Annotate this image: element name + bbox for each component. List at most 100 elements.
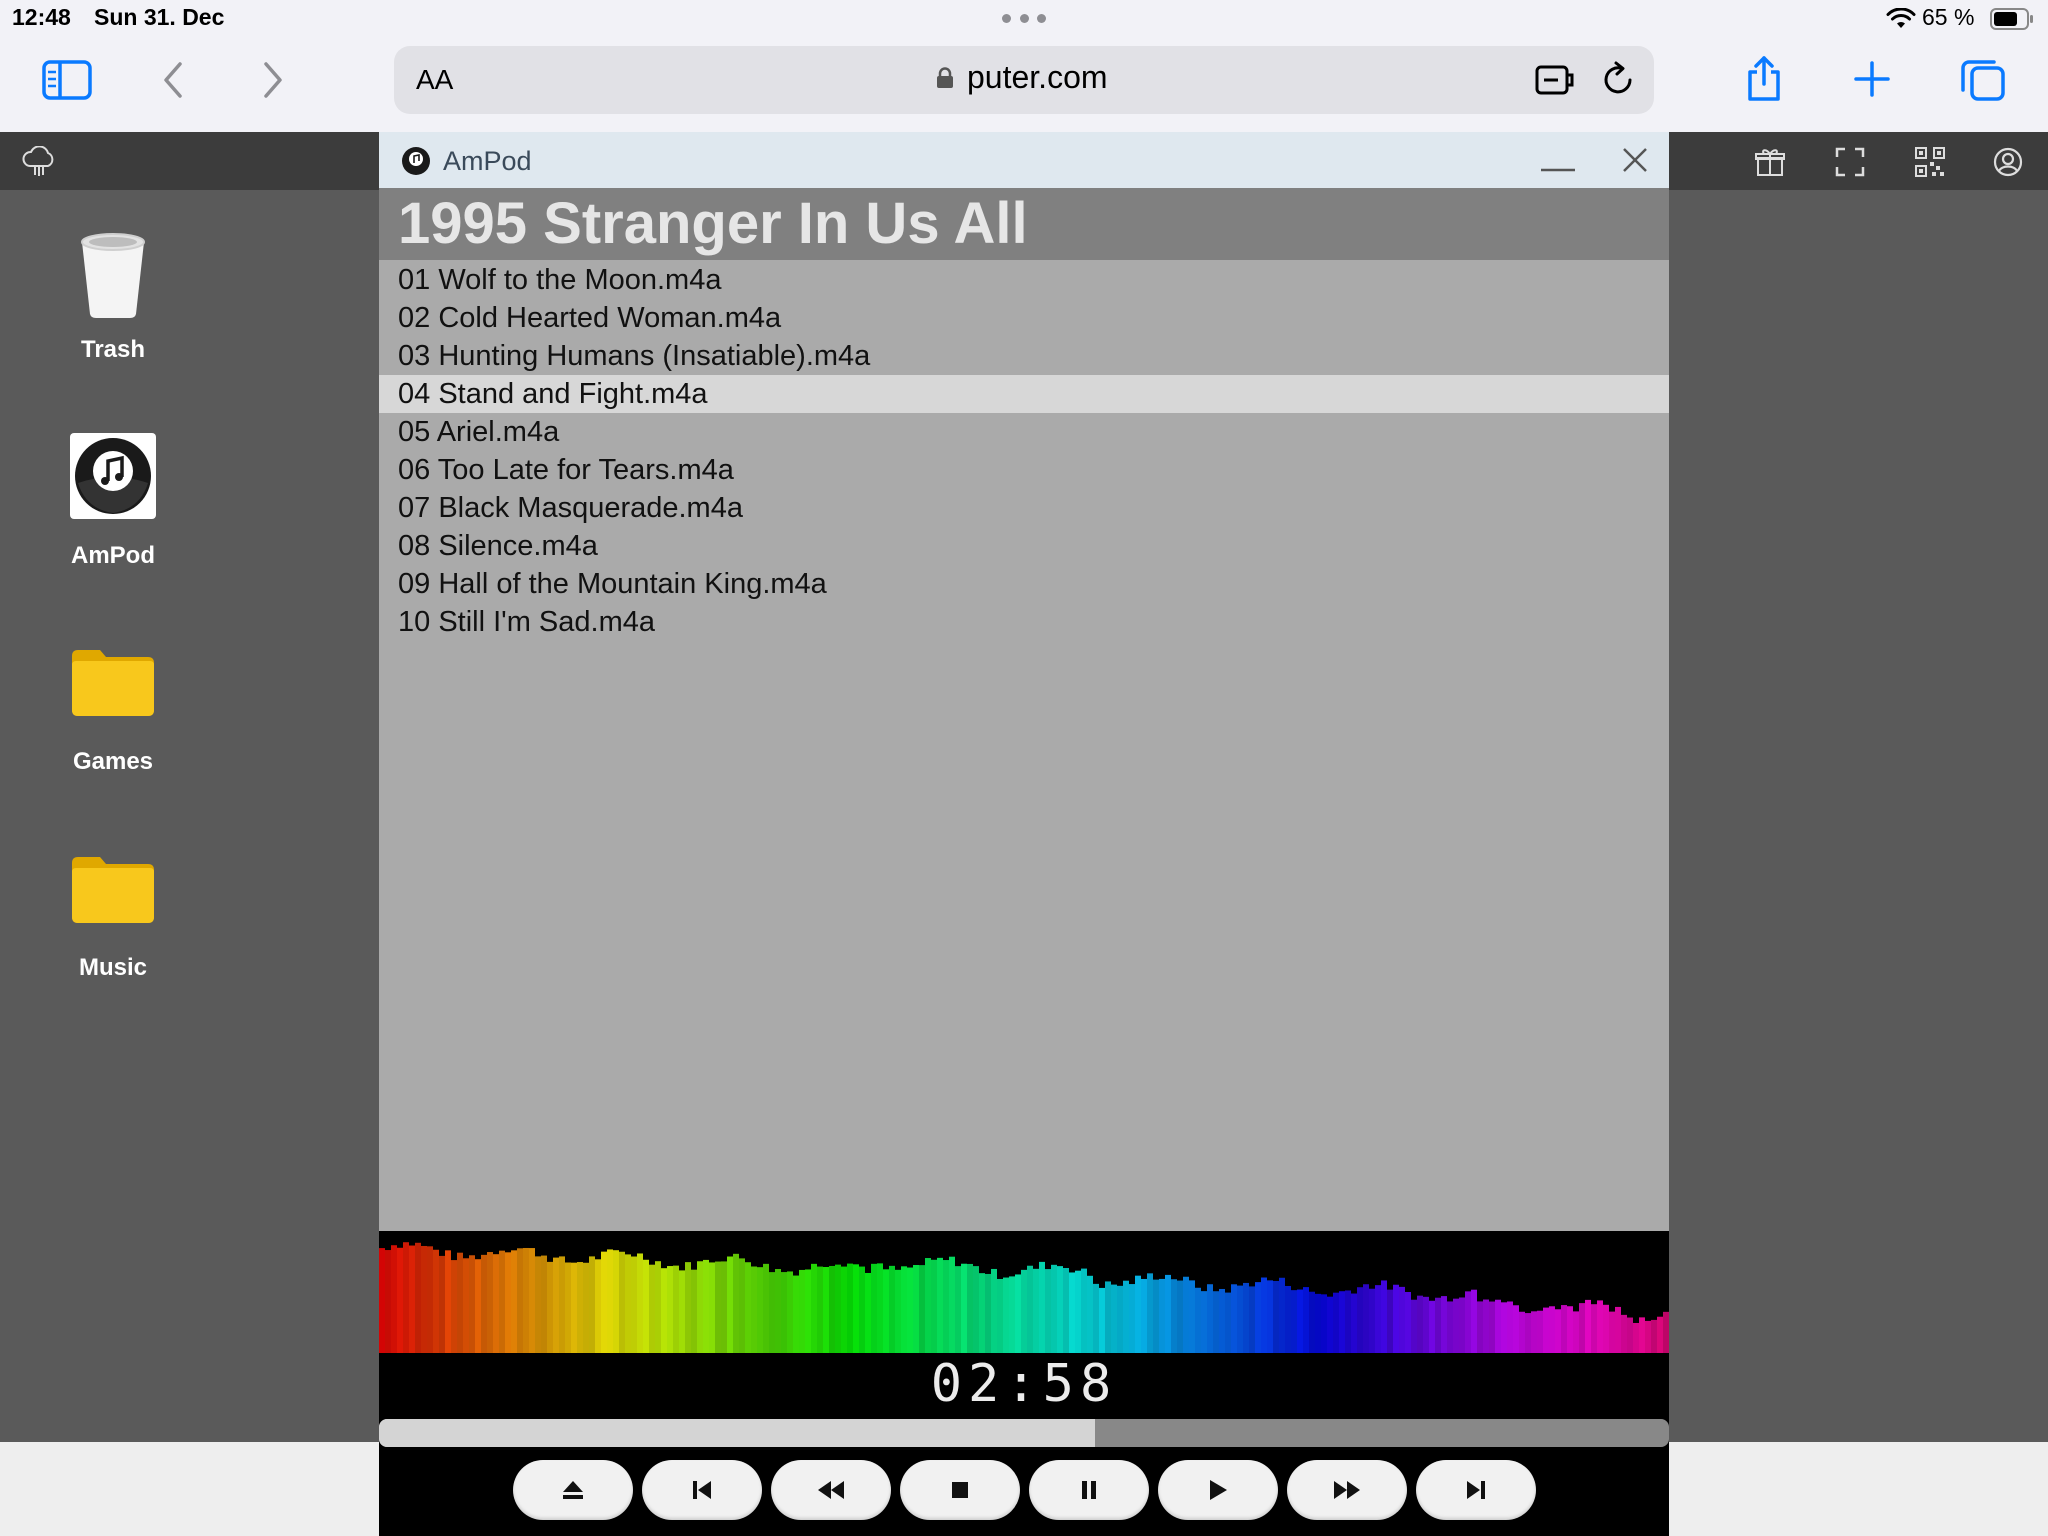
spectrum-bar	[613, 1250, 619, 1353]
spectrum-bar	[433, 1249, 439, 1353]
reload-icon[interactable]	[1600, 60, 1636, 98]
track-item[interactable]: 08 Silence.m4a	[379, 527, 1669, 565]
spectrum-bar	[487, 1252, 493, 1353]
fast-forward-icon	[1334, 1481, 1360, 1499]
spectrum-bar	[421, 1245, 427, 1353]
desktop-item-ampod[interactable]	[70, 433, 156, 519]
progress-area	[379, 1416, 1669, 1452]
spectrum-bar	[1021, 1269, 1027, 1353]
spectrum-bar	[937, 1257, 943, 1353]
new-tab-icon[interactable]	[1853, 60, 1891, 98]
spectrum-bar	[1531, 1311, 1537, 1353]
extension-icon[interactable]	[1534, 62, 1576, 98]
previous-track-icon	[693, 1481, 711, 1499]
spectrum-bar	[973, 1266, 979, 1353]
multitasking-dots-icon[interactable]	[1002, 14, 1046, 24]
share-icon[interactable]	[1744, 54, 1784, 102]
account-icon[interactable]	[1992, 146, 2024, 178]
sidebar-toggle-icon[interactable]	[42, 60, 92, 100]
track-item[interactable]: 07 Black Masquerade.m4a	[379, 489, 1669, 527]
spectrum-bar	[1465, 1291, 1471, 1353]
spectrum-bar	[1657, 1316, 1663, 1353]
next-track-button[interactable]	[1416, 1460, 1536, 1520]
play-icon	[1210, 1480, 1227, 1500]
desktop-item-trash[interactable]	[70, 228, 156, 320]
spectrum-bar	[1435, 1297, 1441, 1353]
spectrum-bar	[451, 1260, 457, 1353]
tabs-overview-icon[interactable]	[1960, 56, 2006, 102]
window-titlebar[interactable]: AmPod	[379, 132, 1669, 189]
lock-icon	[937, 67, 953, 88]
puter-logo-icon[interactable]	[22, 146, 56, 178]
spectrum-bar	[979, 1273, 985, 1353]
spectrum-bar	[481, 1254, 487, 1353]
spectrum-bar	[1495, 1299, 1501, 1353]
spectrum-bar	[1075, 1270, 1081, 1353]
desktop-item-music[interactable]	[70, 855, 156, 925]
stop-button[interactable]	[900, 1460, 1020, 1520]
spectrum-bar	[625, 1254, 631, 1353]
desktop-label-music: Music	[78, 954, 147, 981]
track-item[interactable]: 06 Too Late for Tears.m4a	[379, 451, 1669, 489]
spectrum-bar	[1549, 1306, 1555, 1353]
next-track-icon	[1467, 1481, 1485, 1499]
spectrum-bar	[1345, 1290, 1351, 1353]
spectrum-bar	[439, 1255, 445, 1353]
qr-code-icon[interactable]	[1914, 146, 1946, 178]
spectrum-bar	[835, 1264, 841, 1353]
track-item[interactable]: 01 Wolf to the Moon.m4a	[379, 261, 1669, 299]
spectrum-bar	[1525, 1313, 1531, 1353]
spectrum-bar	[529, 1248, 535, 1353]
play-button[interactable]	[1158, 1460, 1278, 1520]
track-item[interactable]: 05 Ariel.m4a	[379, 413, 1669, 451]
spectrum-bar	[1519, 1311, 1525, 1353]
spectrum-bar	[1441, 1296, 1447, 1353]
spectrum-bar	[415, 1242, 421, 1353]
spectrum-bar	[697, 1261, 703, 1353]
spectrum-bar	[1507, 1301, 1513, 1353]
spectrum-bar	[1483, 1299, 1489, 1353]
battery-percentage: 65 %	[1922, 4, 1975, 30]
desktop-item-games[interactable]	[70, 648, 156, 718]
spectrum-bar	[1501, 1302, 1507, 1353]
spectrum-bar	[1243, 1282, 1249, 1353]
spectrum-bar	[871, 1263, 877, 1353]
url-text[interactable]: puter.com	[967, 59, 1108, 96]
text-size-button[interactable]: AA	[416, 64, 453, 96]
elapsed-time: 02:58	[930, 1354, 1118, 1414]
spectrum-bar	[1411, 1299, 1417, 1353]
spectrum-bar	[1369, 1288, 1375, 1353]
track-item-selected[interactable]: 04 Stand and Fight.m4a	[379, 375, 1669, 413]
ampod-window: AmPod 1995 Stranger In Us All 01 Wolf to…	[379, 132, 1669, 1536]
gift-icon[interactable]	[1754, 146, 1786, 178]
previous-track-button[interactable]	[642, 1460, 762, 1520]
fullscreen-icon[interactable]	[1834, 146, 1866, 178]
spectrum-bar	[1069, 1272, 1075, 1353]
forward-icon[interactable]	[260, 60, 286, 100]
track-item[interactable]: 09 Hall of the Mountain King.m4a	[379, 565, 1669, 603]
spectrum-bar	[1297, 1289, 1303, 1353]
rewind-button[interactable]	[771, 1460, 891, 1520]
minimize-icon[interactable]	[1539, 154, 1577, 174]
spectrum-bar	[517, 1248, 523, 1353]
back-icon[interactable]	[160, 60, 186, 100]
spectrum-bar	[1309, 1291, 1315, 1353]
track-item[interactable]: 03 Hunting Humans (Insatiable).m4a	[379, 337, 1669, 375]
spectrum-bar	[721, 1261, 727, 1353]
spectrum-bar	[889, 1265, 895, 1353]
spectrum-bar	[811, 1263, 817, 1353]
album-header: 1995 Stranger In Us All	[379, 188, 1669, 260]
eject-button[interactable]	[513, 1460, 633, 1520]
pause-button[interactable]	[1029, 1460, 1149, 1520]
close-icon[interactable]	[1621, 146, 1649, 174]
track-item[interactable]: 10 Still I'm Sad.m4a	[379, 603, 1669, 641]
spectrum-bar	[751, 1266, 757, 1353]
track-item[interactable]: 02 Cold Hearted Woman.m4a	[379, 299, 1669, 337]
spectrum-bar	[1135, 1275, 1141, 1353]
spectrum-bar	[769, 1272, 775, 1353]
time-panel: 02:58	[379, 1353, 1669, 1416]
fast-forward-button[interactable]	[1287, 1460, 1407, 1520]
rewind-icon	[818, 1481, 844, 1499]
spectrum-bar	[1261, 1277, 1267, 1353]
spectrum-bar	[685, 1262, 691, 1353]
